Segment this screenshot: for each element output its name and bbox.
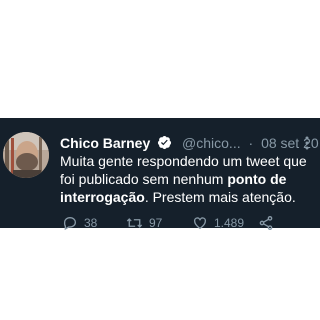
header-separator: · xyxy=(248,135,254,151)
reply-count: 38 xyxy=(84,216,98,230)
tweet-header: Chico Barney @chico... · 08 set 20 xyxy=(60,133,319,153)
reply-button[interactable]: 38 xyxy=(62,214,97,232)
heart-icon xyxy=(194,217,206,230)
tweet-card[interactable]: Chico Barney @chico... · 08 set 20 Muita… xyxy=(0,118,320,231)
like-count: 1.489 xyxy=(214,216,245,230)
tweet-text-part2: . Prestem mais atenção. xyxy=(144,189,296,205)
author-handle[interactable]: @chico... xyxy=(182,133,241,153)
retweet-button[interactable]: 97 xyxy=(126,214,162,232)
tweet-text: Muita gente respondendo um tweet que foi… xyxy=(60,152,310,206)
verified-badge-icon xyxy=(158,135,172,150)
share-icon xyxy=(259,216,273,230)
tweet-actions: 38 97 1.489 xyxy=(60,214,312,232)
share-button[interactable] xyxy=(258,214,274,232)
like-button[interactable]: 1.489 xyxy=(192,214,244,232)
avatar[interactable] xyxy=(3,132,49,178)
reply-icon xyxy=(63,216,77,231)
more-options-icon[interactable] xyxy=(302,133,312,153)
retweet-icon xyxy=(126,218,143,228)
screenshot-canvas: Chico Barney @chico... · 08 set 20 Muita… xyxy=(0,0,320,320)
retweet-count: 97 xyxy=(149,216,163,230)
author-name[interactable]: Chico Barney xyxy=(60,133,150,153)
